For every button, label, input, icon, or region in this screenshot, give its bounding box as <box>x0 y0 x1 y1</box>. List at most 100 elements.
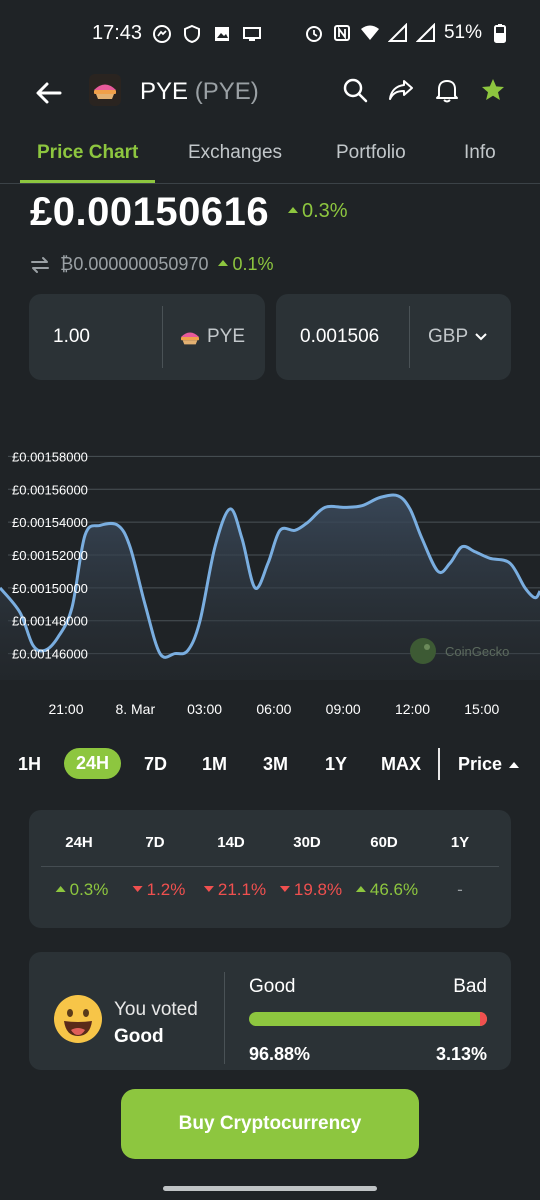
smiley-icon <box>54 995 102 1043</box>
good-label: Good <box>249 976 296 997</box>
y-tick-label: £0.00158000 <box>12 449 88 464</box>
divider <box>438 748 440 780</box>
back-arrow-icon[interactable] <box>32 76 66 110</box>
sentiment-bar-bad <box>479 1012 487 1026</box>
tab-price-chart[interactable]: Price Chart <box>37 142 138 164</box>
perf-header: 1Y <box>450 834 470 851</box>
x-tick-label: 8. Mar <box>115 701 155 717</box>
coin-symbol: (PYE) <box>194 78 259 105</box>
y-tick-label: £0.00154000 <box>12 515 88 530</box>
coingecko-logo-icon <box>410 638 436 664</box>
tab-portfolio[interactable]: Portfolio <box>336 142 406 164</box>
down-arrow-icon <box>203 885 214 892</box>
perf-header: 7D <box>145 834 165 851</box>
up-arrow-icon <box>288 206 298 213</box>
coin-unit-label: PYE <box>207 326 246 347</box>
search-icon[interactable] <box>341 76 369 104</box>
perf-value: 21.1% <box>203 880 267 900</box>
x-tick-label: 21:00 <box>48 701 83 717</box>
perf-value-text: 0.3% <box>69 880 109 899</box>
perf-value: 0.3% <box>55 880 109 900</box>
range-1h[interactable]: 1H <box>18 754 41 775</box>
buy-cryptocurrency-button[interactable]: Buy Cryptocurrency <box>121 1089 419 1159</box>
watermark-text: CoinGecko <box>445 644 509 659</box>
status-system-icons: 51% <box>304 22 510 44</box>
up-arrow-icon <box>218 260 229 267</box>
voted-value: Good <box>114 1026 164 1047</box>
status-time: 17:43 <box>92 22 143 44</box>
tab-info[interactable]: Info <box>464 142 496 164</box>
perf-value: 1.2% <box>132 880 186 900</box>
perf-value: 19.8% <box>279 880 342 900</box>
range-3m[interactable]: 3M <box>263 754 288 775</box>
btc-change-value: 0.1% <box>232 254 274 274</box>
range-1y[interactable]: 1Y <box>325 754 347 775</box>
nfc-icon <box>333 25 350 41</box>
btc-price: ₿0.000000050970 <box>60 254 209 274</box>
perf-value: - <box>457 880 463 899</box>
x-tick-label: 12:00 <box>395 701 430 717</box>
y-tick-label: £0.00152000 <box>12 548 88 563</box>
time-range-selector: 1H 24H 7D 1M 3M 1Y MAX Price <box>0 748 540 784</box>
coin-amount-input[interactable]: 1.00 <box>53 326 90 348</box>
divider <box>224 972 225 1064</box>
sentiment-bar <box>249 1012 487 1026</box>
bad-percent: 3.13% <box>435 1044 487 1064</box>
price-chart[interactable]: £0.00158000 £0.00156000 £0.00154000 £0.0015… <box>0 420 540 730</box>
fiat-amount-input[interactable]: 0.001506 <box>300 326 379 348</box>
coin-name: PYE <box>140 78 189 105</box>
perf-value-text: 1.2% <box>146 880 186 899</box>
bell-icon[interactable] <box>433 76 461 104</box>
app-header: PYE (PYE) <box>0 68 540 118</box>
btc-price-row: ₿0.000000050970 0.1% <box>30 254 274 275</box>
share-icon[interactable] <box>387 76 415 104</box>
tab-exchanges[interactable]: Exchanges <box>188 142 282 164</box>
battery-icon <box>494 24 506 43</box>
converter-coin-box: 1.00 PYE <box>29 294 265 380</box>
messenger-icon <box>153 25 171 43</box>
coin-title: PYE (PYE) <box>140 78 259 106</box>
down-arrow-icon <box>279 885 290 892</box>
swap-icon <box>31 256 49 273</box>
price-change-value: 0.3% <box>302 200 348 222</box>
up-arrow-icon <box>355 885 366 892</box>
y-tick-label: £0.00150000 <box>12 581 88 596</box>
currency-select[interactable]: GBP <box>428 326 488 348</box>
your-vote: You voted Good <box>114 996 198 1050</box>
performance-table: 24H 7D 14D 30D 60D 1Y 0.3% 1.2% 21.1% 19… <box>29 810 511 928</box>
range-max[interactable]: MAX <box>381 754 421 775</box>
signal-icon <box>387 23 407 42</box>
coin-unit: PYE <box>179 326 245 348</box>
bad-label: Bad <box>453 976 487 997</box>
price-chart-svg: £0.00158000 £0.00156000 £0.00154000 £0.0015… <box>0 449 540 717</box>
wifi-icon <box>360 25 379 40</box>
x-tick-label: 06:00 <box>256 701 291 717</box>
range-24h[interactable]: 24H <box>64 748 122 779</box>
price-toggle[interactable]: Price <box>458 754 520 775</box>
perf-header: 14D <box>217 834 245 851</box>
range-7d[interactable]: 7D <box>144 754 167 775</box>
perf-value-text: 46.6% <box>369 880 419 899</box>
range-1m[interactable]: 1M <box>202 754 227 775</box>
star-icon[interactable] <box>479 76 507 104</box>
monitor-icon <box>243 27 261 41</box>
x-tick-label: 15:00 <box>464 701 499 717</box>
signal-r-icon <box>415 23 435 42</box>
current-price: £0.00150616 <box>30 190 270 234</box>
tab-bar: Price Chart Exchanges Portfolio Info <box>0 130 540 184</box>
y-tick-label: £0.00146000 <box>12 647 88 662</box>
sentiment-vote-card: You voted Good Good Bad 96.88% 3.13% <box>29 952 511 1070</box>
good-percent: 96.88% <box>249 1044 311 1064</box>
home-indicator[interactable] <box>163 1186 377 1191</box>
perf-value-text: 21.1% <box>217 880 267 899</box>
divider <box>162 306 163 368</box>
down-arrow-icon <box>132 885 143 892</box>
x-tick-label: 09:00 <box>326 701 361 717</box>
currency-label: GBP <box>428 326 469 347</box>
active-tab-indicator <box>20 180 155 183</box>
coingecko-logo-eye <box>424 644 430 650</box>
pie-icon <box>181 332 199 345</box>
price-toggle-label: Price <box>458 754 503 774</box>
image-icon <box>215 27 229 41</box>
y-tick-label: £0.00156000 <box>12 482 88 497</box>
